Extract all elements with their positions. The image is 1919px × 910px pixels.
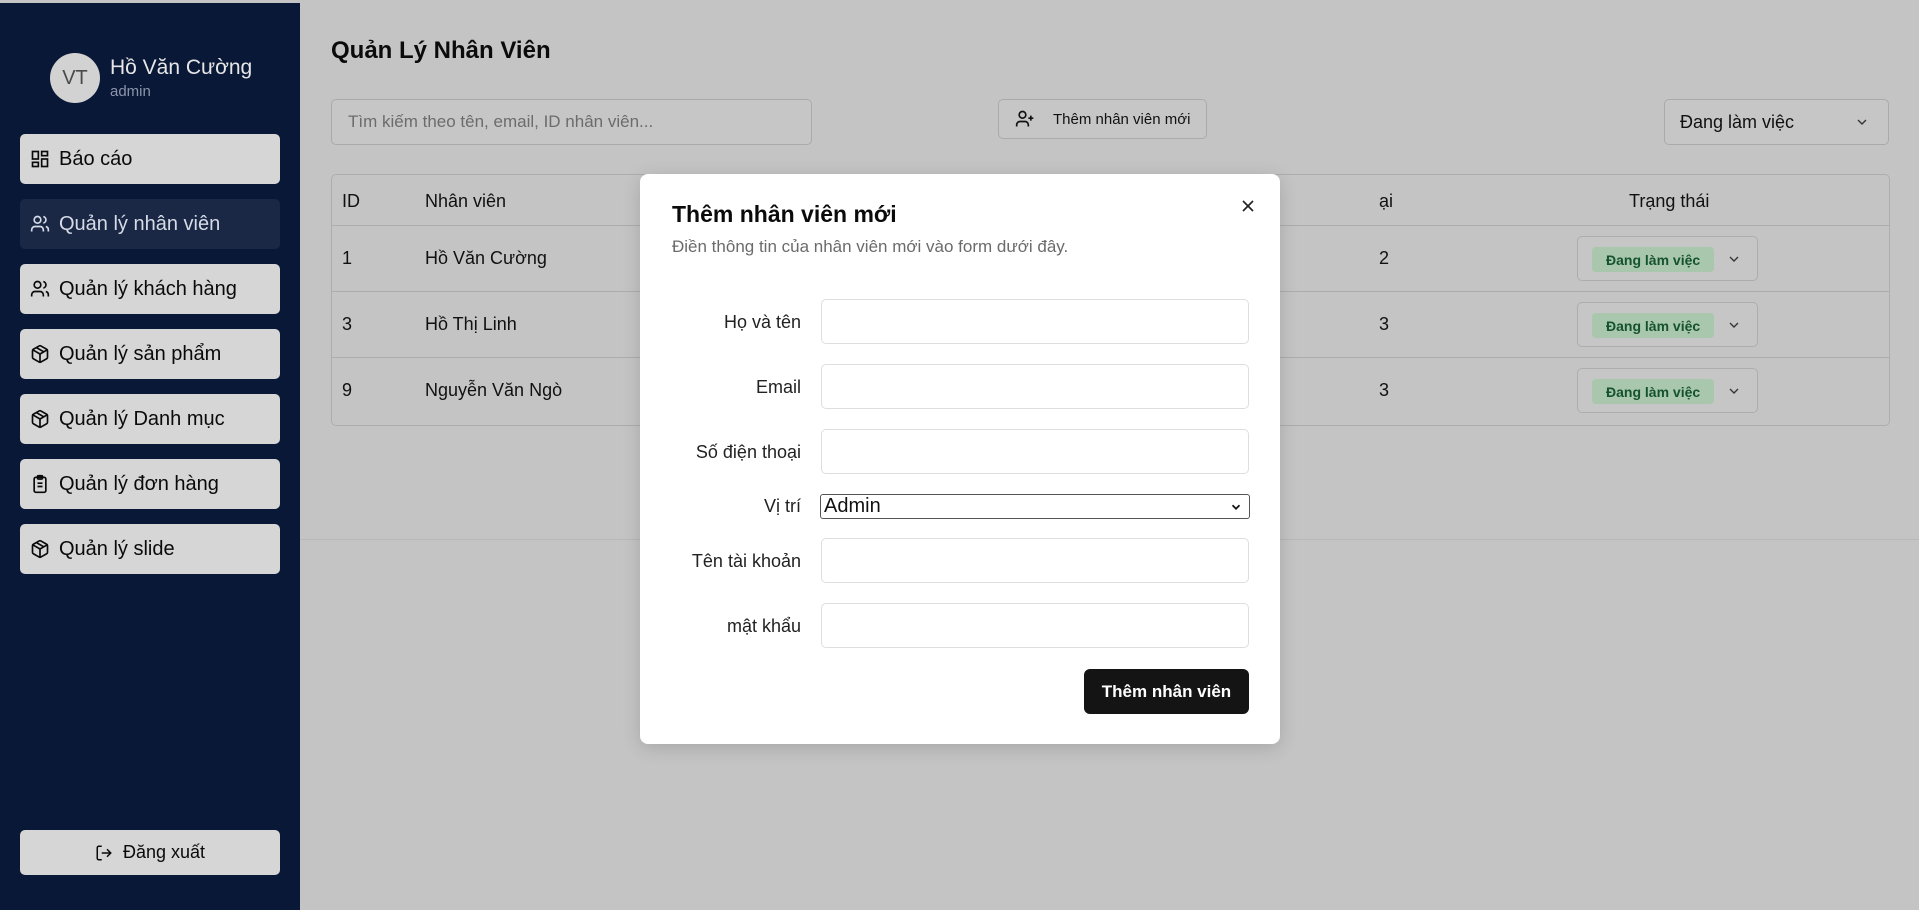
status-filter-value: Đang làm việc [1680,111,1795,132]
cell-id: 3 [342,314,353,334]
sidebar-item-label: Quản lý đơn hàng [59,472,219,495]
column-header-id: ID [342,191,360,211]
sidebar-item-label: Báo cáo [59,147,133,170]
dashboard-icon [30,149,50,169]
user-role: admin [110,83,151,100]
username-field[interactable] [821,538,1249,583]
user-profile: VT Hồ Văn Cường admin [50,53,252,103]
column-header-phone: ại [1379,191,1394,211]
sidebar-item-label: Quản lý sản phẩm [59,342,222,365]
cell-id: 1 [342,248,353,268]
status-filter-select[interactable]: Đang làm việc [1664,99,1889,145]
fullname-field[interactable] [821,299,1249,344]
cell-phone: 3 [1379,380,1390,400]
status-badge: Đang làm việc [1592,313,1715,338]
sidebar-item-customers[interactable]: Quản lý khách hàng [20,264,280,314]
position-select[interactable]: Admin [820,494,1250,519]
password-label: mật khẩu [726,616,801,636]
sidebar-item-orders[interactable]: Quản lý đơn hàng [20,459,280,509]
cell-id: 9 [342,380,353,400]
email-label: Email [755,377,801,397]
cell-phone: 2 [1379,248,1390,268]
chevron-down-icon [1231,504,1241,510]
page-title: Quản Lý Nhân Viên [331,37,551,64]
sidebar-item-label: Quản lý khách hàng [59,277,237,300]
status-badge: Đang làm việc [1592,247,1715,272]
sidebar-item-products[interactable]: Quản lý sản phẩm [20,329,280,379]
submit-add-employee-button[interactable]: Thêm nhân viên [1084,669,1249,714]
cell-name: Hồ Văn Cường [425,248,547,268]
chevron-down-icon [1729,388,1739,394]
cell-name: Nguyễn Văn Ngò [425,380,563,400]
add-employee-button[interactable]: Thêm nhân viên mới [998,99,1207,139]
column-header-status: Trạng thái [1629,191,1710,211]
sidebar-item-slides[interactable]: Quản lý slide [20,524,280,574]
fullname-label: Họ và tên [723,312,801,332]
password-field[interactable] [821,603,1249,648]
dialog-title: Thêm nhân viên mới [672,201,897,227]
logout-button[interactable]: Đăng xuất [20,830,280,875]
avatar: VT [50,53,100,103]
users-icon [30,279,50,299]
dialog-description: Điền thông tin của nhân viên mới vào for… [672,237,1069,256]
sidebar-item-label: Quản lý nhân viên [59,212,221,235]
search-input[interactable]: Tìm kiếm theo tên, email, ID nhân viên..… [331,99,812,145]
sidebar-item-employees[interactable]: Quản lý nhân viên [20,199,280,249]
clipboard-icon [30,474,50,494]
status-badge: Đang làm việc [1592,379,1715,404]
phone-field[interactable] [821,429,1249,474]
add-employee-dialog: Thêm nhân viên mới Điền thông tin của nh… [640,174,1280,744]
close-icon[interactable] [1238,196,1258,216]
package-icon [30,344,50,364]
cell-name: Hồ Thị Linh [425,314,517,334]
email-field[interactable] [821,364,1249,409]
sidebar-item-label: Quản lý Danh mục [59,407,225,430]
position-label: Vị trí [763,496,801,516]
logout-label: Đăng xuất [122,842,206,862]
sidebar-item-categories[interactable]: Quản lý Danh mục [20,394,280,444]
chevron-down-icon [1729,322,1739,328]
chevron-down-icon [1729,256,1739,262]
search-placeholder: Tìm kiếm theo tên, email, ID nhân viên..… [348,112,654,131]
users-icon [30,214,50,234]
position-value: Admin [824,495,881,517]
logout-icon [96,845,112,860]
user-plus-icon [1015,110,1034,127]
cell-phone: 3 [1379,314,1390,334]
package-icon [30,539,50,559]
row-status-select[interactable]: Đang làm việc [1577,368,1758,413]
sidebar-item-label: Quản lý slide [59,537,175,560]
username-label: Tên tài khoản [691,551,801,571]
sidebar-item-reports[interactable]: Báo cáo [20,134,280,184]
row-status-select[interactable]: Đang làm việc [1577,236,1758,281]
phone-label: Số điện thoại [695,442,801,462]
sidebar: VT Hồ Văn Cường admin Báo cáo Quản lý nh… [0,3,300,910]
add-employee-label: Thêm nhân viên mới [1053,110,1191,128]
chevron-down-icon [1857,119,1867,125]
user-name: Hồ Văn Cường [110,56,253,79]
row-status-select[interactable]: Đang làm việc [1577,302,1758,347]
column-header-employee: Nhân viên [425,191,507,211]
package-icon [30,409,50,429]
